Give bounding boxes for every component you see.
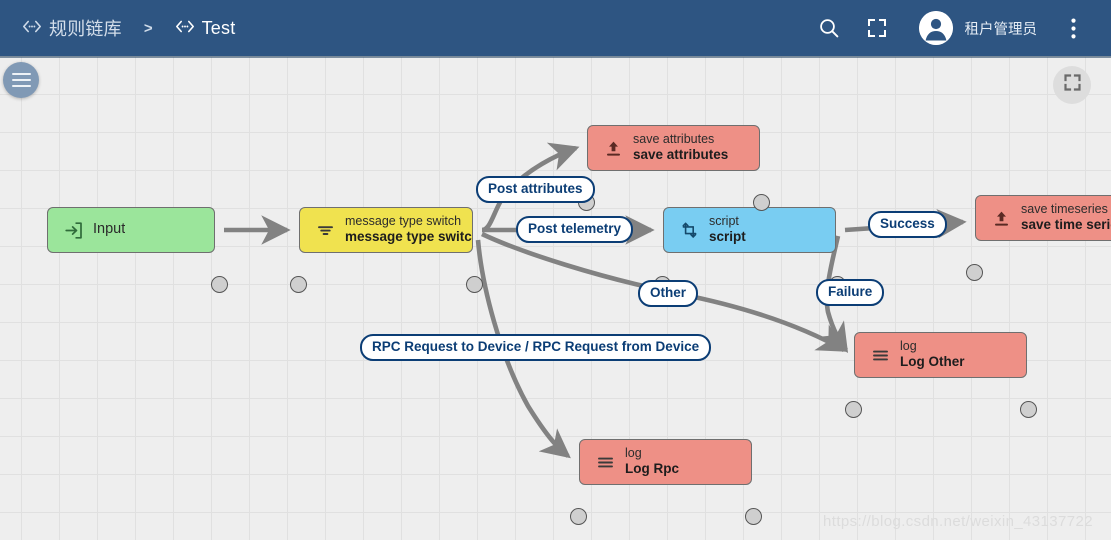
edge-label-success[interactable]: Success [868,211,947,238]
code-brackets-icon [175,20,195,36]
node-type: save attributes [633,132,715,147]
node-text: save attributes save attributes [633,132,728,164]
filter-icon [314,218,336,242]
node-name: Input [93,221,126,238]
edge-layer [224,142,967,459]
breadcrumb-label: Test [201,17,236,38]
avatar [918,11,953,45]
search-button[interactable] [805,4,853,52]
port-in-log-other[interactable] [845,401,862,418]
node-text: script script [709,214,746,246]
app-header: 规则链库 > Test 租户管理员 [0,0,1111,56]
lines-icon [594,450,616,474]
node-name: Log Other [900,354,965,370]
node-name: script [709,229,746,245]
user-menu[interactable]: 租户管理员 [918,11,1038,45]
node-text: save timeseries save time series [1021,202,1111,234]
canvas-menu-button[interactable] [3,62,39,98]
more-vertical-icon [1070,18,1076,39]
port-out-message-type-switch[interactable] [466,276,483,293]
port-in-save-timeseries[interactable] [966,264,983,281]
breadcrumb: 规则链库 > Test [22,15,235,41]
edge-label-rpc-request[interactable]: RPC Request to Device / RPC Request from… [360,334,712,361]
node-type: message type switch [345,214,462,229]
node-message-type-switch[interactable]: message type switch message type switch [299,207,473,253]
node-script[interactable]: script script [663,207,836,253]
header-actions: 租户管理员 [805,4,1098,52]
edge-label-other[interactable]: Other [638,280,699,307]
menu-icon-line [11,72,31,76]
upload-icon [990,206,1012,230]
port-in-log-rpc[interactable] [570,508,587,525]
arrow-into-box-icon [62,218,84,242]
watermark: https://blog.csdn.net/weixin_43137722 [823,513,1093,530]
breadcrumb-separator: > [143,19,153,37]
fullscreen-icon [1063,74,1081,96]
edge-label-failure[interactable]: Failure [816,279,885,306]
node-input[interactable]: Input [47,207,215,253]
search-icon [818,17,840,39]
node-type: log [900,339,917,354]
port-out-log-other[interactable] [1020,401,1037,418]
upload-icon [602,136,624,160]
breadcrumb-label: 规则链库 [49,19,122,39]
port-out-log-rpc[interactable] [745,508,762,525]
edge-label-post-telemetry[interactable]: Post telemetry [516,216,634,243]
code-brackets-icon [22,20,42,36]
node-text: Input [93,221,125,239]
node-type: save timeseries [1021,202,1108,217]
port-out-save-attributes[interactable] [753,194,770,211]
node-name: message type switch [345,229,472,245]
node-save-timeseries[interactable]: save timeseries save time series [975,195,1111,241]
fullscreen-icon [867,18,887,38]
node-name: save time series [1021,217,1111,233]
node-text: log Log Rpc [625,446,679,478]
breadcrumb-item-rule-chain-library[interactable]: 规则链库 [22,15,122,41]
node-type: log [625,446,642,461]
breadcrumb-item-test[interactable]: Test [175,18,236,39]
port-out-input[interactable] [211,276,228,293]
transform-icon [678,218,700,242]
node-text: log Log Other [900,339,965,371]
canvas-fullscreen-button[interactable] [1053,66,1091,104]
port-in-message-type-switch[interactable] [290,276,307,293]
fullscreen-button[interactable] [853,4,901,52]
node-log-rpc[interactable]: log Log Rpc [579,439,752,485]
edge-label-post-attributes[interactable]: Post attributes [476,176,595,203]
more-menu-button[interactable] [1049,4,1097,52]
menu-icon-line [11,84,31,88]
node-text: message type switch message type switch [345,214,472,246]
node-name: save attributes [633,147,729,163]
menu-icon-line [11,78,31,82]
node-save-attributes[interactable]: save attributes save attributes [587,125,760,171]
rule-chain-canvas[interactable]: Input message type switch message type s… [0,56,1111,540]
lines-icon [869,343,891,367]
node-type: script [709,214,739,229]
canvas-top-border [0,56,1111,58]
node-log-other[interactable]: log Log Other [854,332,1027,378]
node-name: Log Rpc [625,461,679,477]
user-name: 租户管理员 [964,21,1038,38]
rule-chain-editor: 规则链库 > Test 租户管理员 Input message type swi… [0,0,1111,540]
